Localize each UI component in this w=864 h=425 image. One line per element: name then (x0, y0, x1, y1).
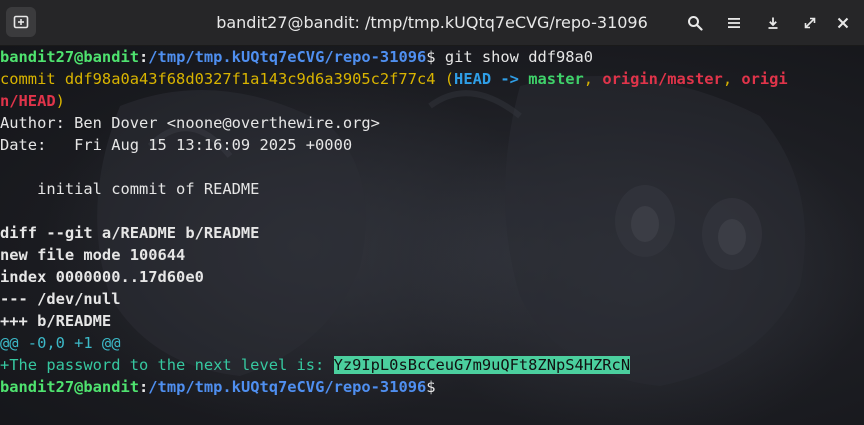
index-line: index 0000000..17d60e0 (0, 268, 204, 286)
date-line: Date: Fri Aug 15 13:16:09 2025 +0000 (0, 136, 353, 154)
commit-line: commit ddf98a0a43f68d0327f1a143c9d6a3905… (0, 68, 864, 90)
search-button[interactable] (680, 8, 710, 38)
commit-hash: commit ddf98a0a43f68d0327f1a143c9d6a3905… (0, 70, 445, 88)
diff-header: diff --git a/README b/README (0, 224, 260, 242)
ref-close-paren: ) (55, 92, 65, 110)
hamburger-menu-icon (728, 18, 740, 28)
branch-origin-master: origin/master (602, 70, 723, 88)
password-highlight[interactable]: Yz9IpL0sBcCeuG7m9uQFt8ZNpS4HZRcN (333, 356, 631, 374)
prompt-dollar: $ (426, 378, 436, 396)
branch-origin-head-wrap: n/HEAD (0, 92, 56, 110)
hunk-header: @@ -0,0 +1 @@ (0, 334, 121, 352)
prompt-user: bandit27@bandit (0, 48, 139, 66)
minimize-button[interactable] (758, 8, 788, 38)
prompt-line: bandit27@bandit:/tmp/tmp.kUQtq7eCVG/repo… (0, 376, 864, 398)
ref-comma: , (722, 70, 742, 88)
title-bar: bandit27@bandit: /tmp/tmp.kUQtq7eCVG/rep… (0, 0, 864, 46)
terminal-lines: bandit27@bandit:/tmp/tmp.kUQtq7eCVG/repo… (0, 46, 864, 398)
terminal-window: bandit27@bandit: /tmp/tmp.kUQtq7eCVG/rep… (0, 0, 864, 425)
maximize-button[interactable] (795, 8, 825, 38)
window-title: bandit27@bandit: /tmp/tmp.kUQtq7eCVG/rep… (216, 13, 648, 32)
minimize-icon (768, 17, 778, 29)
head-ref: HEAD -> (454, 70, 529, 88)
prompt-separator: : (139, 48, 149, 66)
prompt-path: /tmp/tmp.kUQtq7eCVG/repo-31096 (148, 378, 427, 396)
menu-button[interactable] (719, 8, 749, 38)
command-text: git show ddf98a0 (435, 48, 594, 66)
search-icon (688, 16, 703, 31)
new-tab-icon (13, 15, 29, 29)
ref-open-paren: ( (444, 70, 455, 88)
plus-file-line: +++ b/README (0, 312, 112, 330)
close-button[interactable] (828, 8, 858, 38)
close-icon (837, 17, 849, 29)
terminal-output[interactable]: bandit27@bandit:/tmp/tmp.kUQtq7eCVG/repo… (0, 46, 864, 425)
added-line: +The password to the next level is: Yz9I… (0, 354, 864, 376)
minus-file-line: --- /dev/null (0, 290, 121, 308)
ref-comma: , (583, 70, 603, 88)
new-file-mode: new file mode 100644 (0, 246, 186, 264)
author-line: Author: Ben Dover <noone@overthewire.org… (0, 114, 380, 132)
prompt-path: /tmp/tmp.kUQtq7eCVG/repo-31096 (148, 48, 427, 66)
prompt-separator: : (139, 378, 149, 396)
branch-origin-head: origi (741, 70, 788, 88)
commit-line-wrap: n/HEAD) (0, 90, 864, 112)
prompt-dollar: $ (426, 48, 436, 66)
new-tab-button[interactable] (6, 7, 36, 37)
prompt-user: bandit27@bandit (0, 378, 139, 396)
maximize-icon (804, 17, 816, 29)
branch-master: master (528, 70, 584, 88)
added-text: +The password to the next level is: (0, 356, 334, 374)
commit-message: initial commit of README (0, 180, 260, 198)
prompt-line: bandit27@bandit:/tmp/tmp.kUQtq7eCVG/repo… (0, 46, 864, 68)
